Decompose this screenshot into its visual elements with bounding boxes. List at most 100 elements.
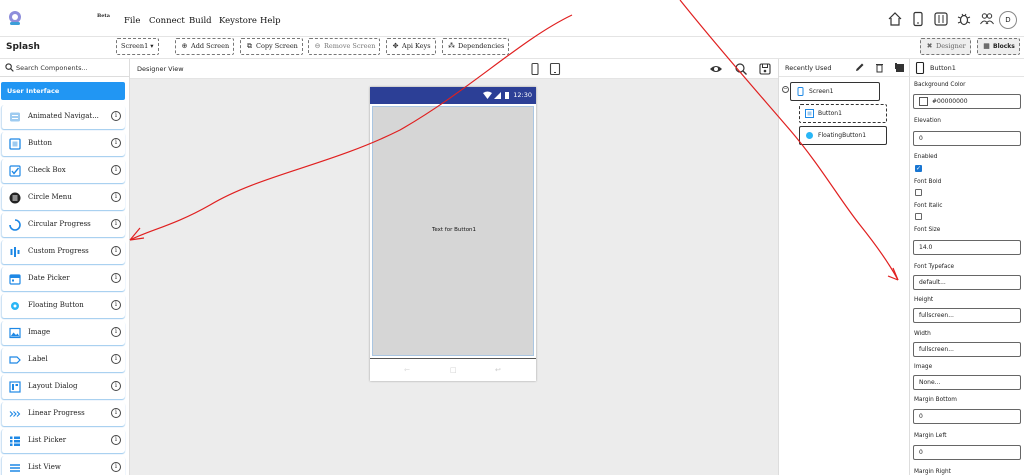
remove-screen-label: Remove Screen bbox=[324, 42, 376, 50]
menu-file[interactable]: File bbox=[124, 16, 140, 26]
info-icon[interactable]: i bbox=[111, 381, 121, 391]
copy-icon: ⧉ bbox=[247, 42, 252, 50]
menu-build[interactable]: Build bbox=[189, 16, 212, 26]
save-layout-icon[interactable] bbox=[758, 62, 772, 76]
palette-item-label: Button bbox=[28, 139, 53, 147]
height-field[interactable]: fullscreen... bbox=[913, 308, 1021, 323]
menu-keystore[interactable]: Keystore bbox=[219, 16, 257, 26]
margin-bottom-label: Margin Bottom bbox=[914, 397, 957, 403]
signal-wifi-battery-icon bbox=[483, 91, 509, 99]
delete-icon[interactable] bbox=[874, 62, 885, 73]
category-user-interface[interactable]: User Interface bbox=[1, 82, 125, 100]
palette-item-custom-progress[interactable]: Custom Progress i bbox=[1, 240, 125, 264]
background-color-label: Background Color bbox=[914, 82, 966, 88]
tree-node-button1[interactable]: Button1 bbox=[799, 104, 887, 123]
info-icon[interactable]: i bbox=[111, 462, 121, 472]
label-icon bbox=[9, 356, 21, 364]
menu-help[interactable]: Help bbox=[260, 16, 281, 26]
circle-menu-icon bbox=[9, 192, 21, 204]
collapse-toggle-icon[interactable]: − bbox=[782, 86, 789, 93]
palette-item-button[interactable]: Button i bbox=[1, 132, 125, 156]
palette-item-label: Label bbox=[28, 355, 48, 363]
edit-icon[interactable] bbox=[854, 62, 865, 73]
menu-connect[interactable]: Connect bbox=[149, 16, 185, 26]
info-icon[interactable]: i bbox=[111, 219, 121, 229]
elevation-field[interactable]: 0 bbox=[913, 131, 1021, 146]
blocks-button[interactable]: ▦ Blocks bbox=[977, 38, 1020, 55]
back-icon: ⇽ bbox=[404, 366, 410, 374]
designer-button[interactable]: ✖ Designer bbox=[920, 38, 971, 55]
palette-item-label[interactable]: Label i bbox=[1, 348, 125, 372]
palette-item-animated-navigation[interactable]: Animated Navigat... i bbox=[1, 105, 125, 129]
palette-item-layout-dialog[interactable]: Layout Dialog i bbox=[1, 375, 125, 399]
palette-item-linear-progress[interactable]: Linear Progress i bbox=[1, 402, 125, 426]
image-label: Image bbox=[914, 364, 933, 370]
remove-screen-button[interactable]: ⊖ Remove Screen bbox=[308, 38, 381, 55]
status-bar: 12:30 bbox=[370, 87, 536, 104]
menu-bar: Beta File Connect Build Keystore Help D bbox=[0, 0, 1024, 37]
image-field[interactable]: None... bbox=[913, 375, 1021, 390]
info-icon[interactable]: i bbox=[111, 246, 121, 256]
font-italic-checkbox[interactable] bbox=[915, 213, 922, 220]
avatar[interactable]: D bbox=[999, 11, 1017, 29]
background-color-field[interactable]: #00000000 bbox=[913, 94, 1021, 109]
dependencies-button[interactable]: ⁂ Dependencies bbox=[442, 38, 510, 55]
people-icon[interactable] bbox=[979, 11, 995, 27]
info-icon[interactable]: i bbox=[111, 300, 121, 310]
copy-screen-button[interactable]: ⧉ Copy Screen bbox=[240, 38, 303, 55]
gallery-icon[interactable] bbox=[894, 62, 905, 73]
font-typeface-field[interactable]: default... bbox=[913, 275, 1021, 290]
margin-bottom-field[interactable]: 0 bbox=[913, 409, 1021, 424]
home-nav-icon: □ bbox=[450, 366, 457, 374]
palette-item-list-picker[interactable]: List Picker i bbox=[1, 429, 125, 453]
bug-icon[interactable] bbox=[956, 11, 972, 27]
api-keys-button[interactable]: ✥ Api Keys bbox=[386, 38, 436, 55]
tree-header: Recently Used bbox=[779, 59, 910, 77]
palette-item-label: List View bbox=[28, 463, 61, 471]
home-icon[interactable] bbox=[887, 11, 903, 27]
palette-item-date-picker[interactable]: Date Picker i bbox=[1, 267, 125, 291]
copy-screen-label: Copy Screen bbox=[256, 42, 298, 50]
palette-item-label: Check Box bbox=[28, 166, 66, 174]
eye-icon[interactable] bbox=[709, 62, 723, 76]
palette-item-label: Date Picker bbox=[28, 274, 70, 282]
palette-item-image[interactable]: Image i bbox=[1, 321, 125, 345]
app-logo-icon[interactable] bbox=[6, 9, 24, 27]
info-icon[interactable]: i bbox=[111, 111, 121, 121]
info-icon[interactable]: i bbox=[111, 327, 121, 337]
info-icon[interactable]: i bbox=[111, 408, 121, 418]
font-bold-checkbox[interactable] bbox=[915, 189, 922, 196]
enabled-checkbox[interactable]: ✓ bbox=[915, 165, 922, 172]
info-icon[interactable]: i bbox=[111, 435, 121, 445]
margin-left-field[interactable]: 0 bbox=[913, 445, 1021, 460]
info-icon[interactable]: i bbox=[111, 165, 121, 175]
palette-item-label: Custom Progress bbox=[28, 247, 89, 255]
palette-item-check-box[interactable]: Check Box i bbox=[1, 159, 125, 183]
tree-node-floatingbutton1[interactable]: FloatingButton1 bbox=[799, 126, 887, 145]
palette-item-list-view[interactable]: List View i bbox=[1, 456, 125, 475]
button1-preview[interactable]: Text for Button1 bbox=[373, 227, 535, 233]
palette-item-label: Linear Progress bbox=[28, 409, 85, 417]
font-size-field[interactable]: 14.0 bbox=[913, 240, 1021, 255]
phone-icon[interactable] bbox=[910, 11, 926, 27]
palette-item-circular-progress[interactable]: Circular Progress i bbox=[1, 213, 125, 237]
tree-node-screen1[interactable]: Screen1 bbox=[790, 82, 880, 101]
add-screen-button[interactable]: ⊕ Add Screen bbox=[175, 38, 235, 55]
palette-item-floating-button[interactable]: Floating Button i bbox=[1, 294, 125, 318]
info-icon[interactable]: i bbox=[111, 192, 121, 202]
button-icon bbox=[805, 109, 814, 118]
zoom-icon[interactable] bbox=[734, 62, 748, 76]
library-icon[interactable] bbox=[933, 11, 949, 27]
search-input[interactable] bbox=[16, 61, 126, 74]
screen-select[interactable]: Screen1 ▾ bbox=[116, 38, 159, 55]
designer-canvas[interactable]: 12:30 Text for Button1 ⇽ □ ↩ bbox=[130, 79, 778, 475]
tablet-preview-icon[interactable] bbox=[548, 62, 562, 76]
info-icon[interactable]: i bbox=[111, 138, 121, 148]
info-icon[interactable]: i bbox=[111, 273, 121, 283]
phone-component-icon bbox=[915, 62, 925, 74]
width-field[interactable]: fullscreen... bbox=[913, 342, 1021, 357]
screen1-preview[interactable]: Text for Button1 bbox=[372, 106, 534, 356]
palette-item-circle-menu[interactable]: Circle Menu i bbox=[1, 186, 125, 210]
info-icon[interactable]: i bbox=[111, 354, 121, 364]
phone-preview-icon[interactable] bbox=[528, 62, 542, 76]
